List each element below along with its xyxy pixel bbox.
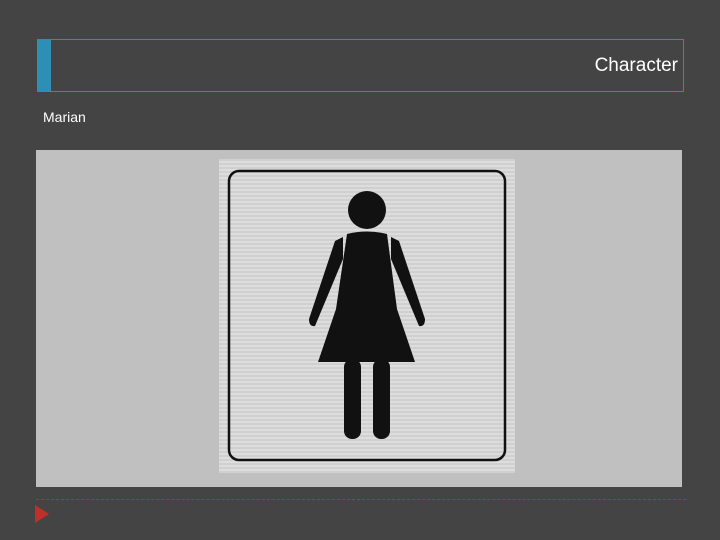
slide-subtitle: Marian bbox=[43, 109, 86, 125]
female-restroom-sign-icon bbox=[219, 159, 515, 473]
title-accent-bar bbox=[37, 39, 51, 92]
footer-divider bbox=[36, 499, 686, 500]
slide-title: Character bbox=[594, 55, 678, 76]
play-arrow-icon bbox=[35, 505, 49, 523]
title-box bbox=[37, 39, 684, 92]
